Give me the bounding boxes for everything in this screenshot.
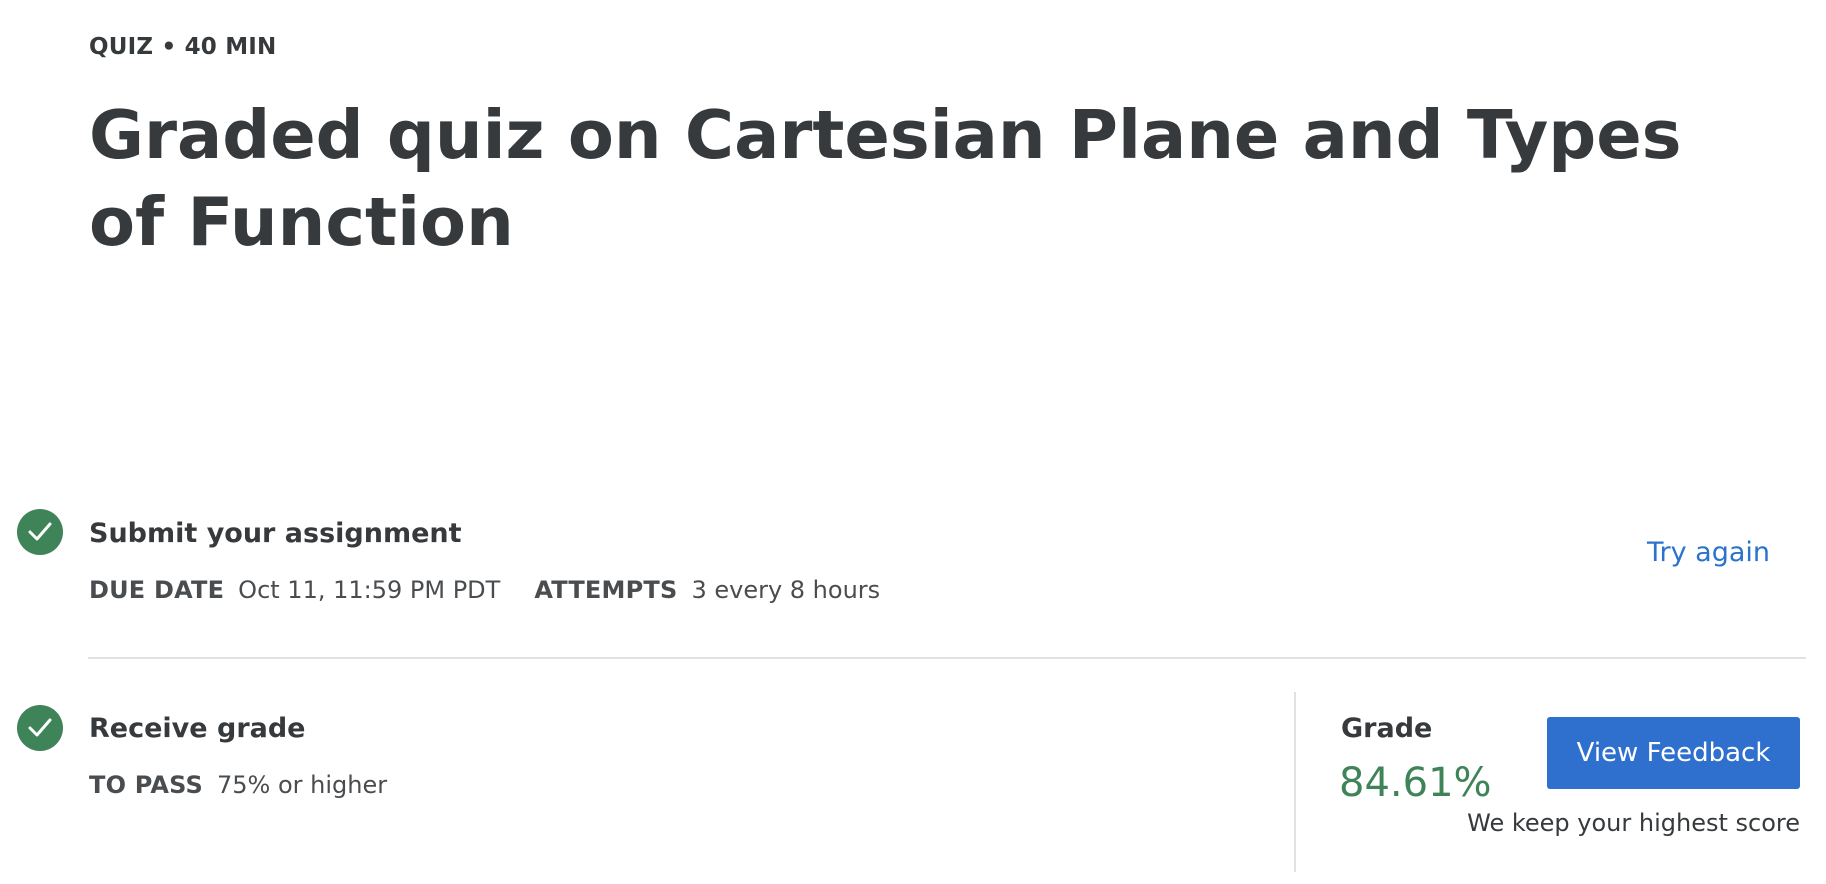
quiz-eyebrow: QUIZ • 40 MIN (89, 34, 277, 60)
view-feedback-button[interactable]: View Feedback (1547, 717, 1800, 789)
submit-status-check-icon (17, 509, 63, 555)
grade-panel-divider (1294, 692, 1296, 872)
attempts-label: ATTEMPTS (534, 576, 678, 604)
grade-label: Grade (1341, 713, 1433, 744)
section-divider (88, 657, 1806, 659)
submit-step-title: Submit your assignment (89, 518, 462, 549)
grade-step-title: Receive grade (89, 713, 306, 744)
attempts-value: 3 every 8 hours (691, 576, 881, 604)
try-again-link[interactable]: Try again (1647, 537, 1770, 568)
due-date-value: Oct 11, 11:59 PM PDT (238, 576, 501, 604)
grade-value: 84.61% (1339, 760, 1492, 806)
to-pass-value: 75% or higher (216, 771, 388, 799)
grade-status-check-icon (17, 705, 63, 751)
to-pass-label: TO PASS (89, 771, 203, 799)
highest-score-note: We keep your highest score (1467, 809, 1800, 837)
due-date-label: DUE DATE (89, 576, 225, 604)
submit-meta-row: DUE DATE Oct 11, 11:59 PM PDT ATTEMPTS 3 ev… (89, 576, 880, 604)
page-title: Graded quiz on Cartesian Plane and Types… (89, 96, 1682, 261)
pass-meta-row: TO PASS 75% or higher (89, 771, 387, 799)
